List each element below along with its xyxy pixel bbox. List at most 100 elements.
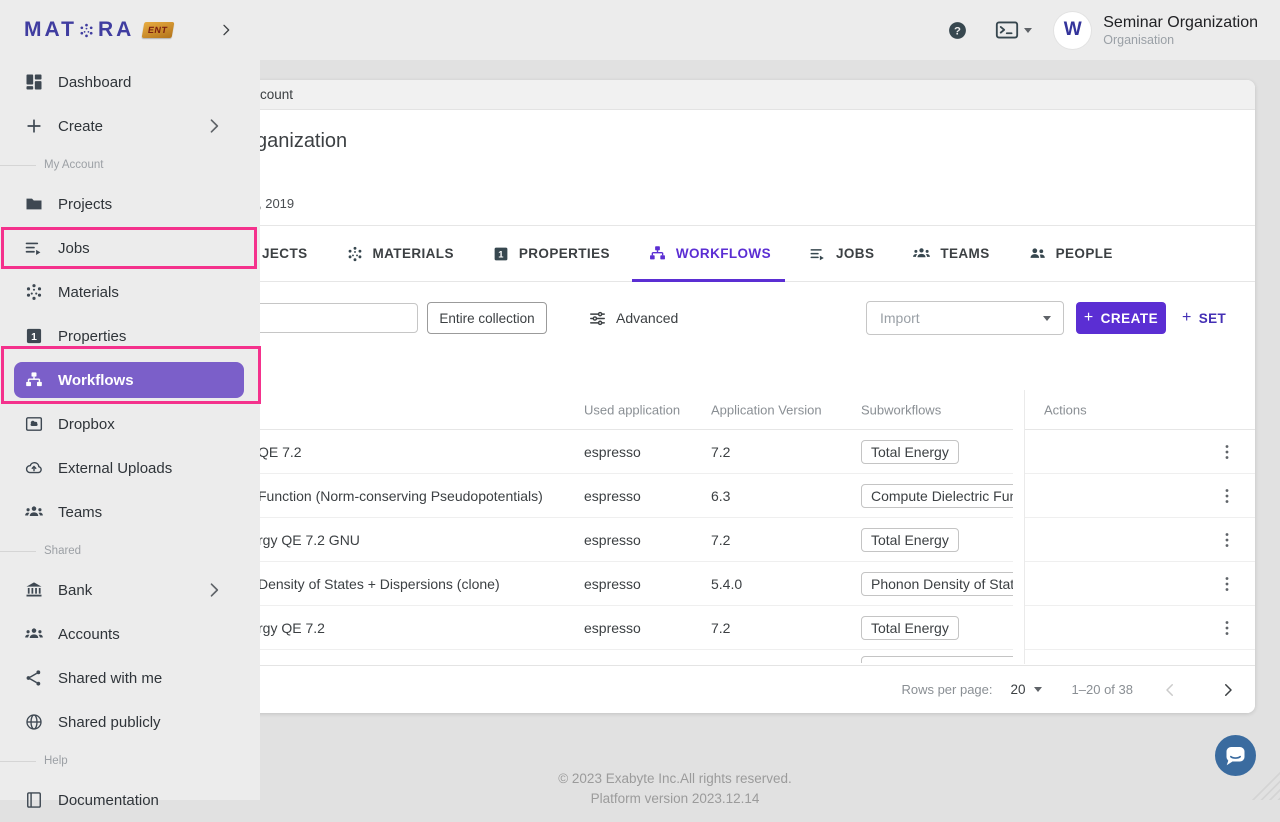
table-header: Used application Application Version Sub…: [180, 390, 1255, 430]
entire-collection-button[interactable]: Entire collection: [427, 302, 547, 334]
globe-icon: [24, 712, 44, 732]
sidebar-item-jobs[interactable]: Jobs: [0, 226, 260, 270]
set-button[interactable]: + SET: [1182, 302, 1226, 334]
row-actions-menu-icon[interactable]: [1217, 442, 1237, 462]
sidebar-item-shared-with-me[interactable]: Shared with me: [0, 656, 260, 700]
sidebar-item-documentation[interactable]: Documentation: [0, 778, 260, 822]
table-row-partial[interactable]: [180, 650, 1255, 663]
chevron-down-icon: [1034, 687, 1042, 692]
sidebar-item-external-uploads[interactable]: External Uploads: [0, 446, 260, 490]
tab-workflows[interactable]: WORKFLOWS: [648, 226, 771, 281]
plus-icon: +: [1084, 310, 1094, 326]
tab-materials[interactable]: MATERIALS: [346, 226, 454, 281]
sidebar-item-shared-publicly[interactable]: Shared publicly: [0, 700, 260, 744]
people-group-icon: [24, 624, 44, 644]
sidebar-item-accounts[interactable]: Accounts: [0, 612, 260, 656]
plus-icon: [24, 116, 44, 136]
sidebar-section-my-account: My Account: [0, 148, 260, 182]
subworkflow-chip[interactable]: Compute Dielectric Function: [861, 484, 1013, 508]
cloud-upload-icon: [24, 458, 44, 478]
tab-people[interactable]: PEOPLE: [1028, 226, 1113, 281]
dashboard-grid-icon: [24, 72, 44, 92]
chevron-down-icon: [1043, 316, 1051, 321]
row-actions-menu-icon[interactable]: [1217, 618, 1237, 638]
logo-row: MAT RA ENT: [0, 0, 260, 60]
row-actions-menu-icon[interactable]: [1217, 574, 1237, 594]
plus-icon: +: [1182, 310, 1192, 326]
subworkflow-chip[interactable]: Total Energy: [861, 440, 959, 464]
people-group-icon: [912, 244, 931, 263]
advanced-filter-button[interactable]: Advanced: [588, 302, 678, 334]
subworkflow-chip[interactable]: Phonon Density of States + Di: [861, 572, 1013, 596]
search-input[interactable]: [240, 303, 418, 333]
tab-teams[interactable]: TEAMS: [912, 226, 989, 281]
sidebar: MAT RA ENT Dashboard Create My Account P…: [0, 0, 260, 800]
sidebar-item-materials[interactable]: Materials: [0, 270, 260, 314]
breadcrumb-bar: count: [180, 80, 1255, 110]
help-icon[interactable]: [947, 20, 968, 41]
sidebar-item-properties[interactable]: Properties: [0, 314, 260, 358]
sidebar-item-create[interactable]: Create: [0, 104, 260, 148]
subworkflow-chip[interactable]: Total Energy: [861, 528, 959, 552]
previous-page-icon[interactable]: [1161, 681, 1179, 699]
table-row[interactable]: rgy QE 7.2 GNU espresso 7.2 Total Energy: [180, 518, 1255, 562]
sidebar-item-projects[interactable]: Projects: [0, 182, 260, 226]
box-cloud-icon: [24, 414, 44, 434]
row-actions-menu-icon[interactable]: [1217, 530, 1237, 550]
sidebar-collapse-icon[interactable]: [218, 22, 234, 38]
dotted-asterisk-icon: [24, 282, 44, 302]
people-pair-icon: [1028, 244, 1047, 263]
account-info[interactable]: Seminar Organization Organisation: [1103, 13, 1258, 47]
sidebar-item-bank[interactable]: Bank: [0, 568, 260, 612]
ent-badge: ENT: [142, 22, 174, 38]
import-placeholder: Import: [880, 310, 920, 326]
rows-per-page-label: Rows per page:: [901, 682, 992, 697]
tab-jobs[interactable]: JOBS: [809, 226, 874, 281]
table-row[interactable]: QE 7.2 espresso 7.2 Total Energy: [180, 430, 1255, 474]
org-subtitle: Organisation: [1103, 33, 1258, 47]
console-menu-button[interactable]: [994, 17, 1032, 43]
avatar[interactable]: W: [1054, 12, 1091, 49]
create-button[interactable]: + CREATE: [1076, 302, 1166, 334]
people-group-icon: [24, 502, 44, 522]
square-one-icon: [492, 245, 510, 263]
jobs-list-icon: [24, 238, 44, 258]
table-row[interactable]: Density of States + Dispersions (clone) …: [180, 562, 1255, 606]
row-actions-menu-icon[interactable]: [1217, 486, 1237, 506]
page-title: ganization: [256, 130, 347, 153]
logo-asterisk-icon: [78, 22, 95, 39]
tab-bar: JECTS MATERIALS PROPERTIES WORKFLOWS JOB…: [180, 225, 1255, 282]
rows-per-page-select[interactable]: 20: [1011, 682, 1042, 697]
tune-icon: [588, 309, 607, 328]
tab-properties[interactable]: PROPERTIES: [492, 226, 610, 281]
table-row[interactable]: rgy QE 7.2 espresso 7.2 Total Energy: [180, 606, 1255, 650]
subworkflow-chip: [861, 656, 1013, 663]
subworkflow-chip[interactable]: Total Energy: [861, 616, 959, 640]
folder-icon: [24, 194, 44, 214]
avatar-letter: W: [1064, 19, 1082, 41]
import-dropdown[interactable]: Import: [866, 301, 1064, 335]
jobs-list-icon: [809, 245, 827, 263]
tab-projects[interactable]: JECTS: [262, 226, 308, 281]
sitemap-icon: [24, 370, 44, 390]
book-icon: [24, 790, 44, 810]
bank-icon: [24, 580, 44, 600]
org-name: Seminar Organization: [1103, 13, 1258, 33]
column-header: Actions: [1044, 402, 1087, 417]
sitemap-icon: [648, 244, 667, 263]
sidebar-item-dropbox[interactable]: Dropbox: [0, 402, 260, 446]
share-nodes-icon: [24, 668, 44, 688]
table-row[interactable]: Function (Norm-conserving Pseudopotentia…: [180, 474, 1255, 518]
member-since-date: , 2019: [258, 196, 294, 211]
mat3ra-logo[interactable]: MAT RA: [24, 18, 134, 42]
pagination-bar: Rows per page: 20 1–20 of 38: [180, 665, 1255, 713]
table-body: QE 7.2 espresso 7.2 Total Energy Functio…: [180, 430, 1255, 663]
sidebar-item-dashboard[interactable]: Dashboard: [0, 60, 260, 104]
sidebar-item-teams[interactable]: Teams: [0, 490, 260, 534]
terminal-icon: [994, 17, 1020, 43]
column-header: Subworkflows: [861, 402, 941, 417]
next-page-icon[interactable]: [1219, 681, 1237, 699]
chat-launcher-button[interactable]: [1215, 735, 1256, 776]
chevron-right-icon: [204, 116, 224, 136]
sidebar-item-workflows[interactable]: Workflows: [14, 362, 244, 398]
